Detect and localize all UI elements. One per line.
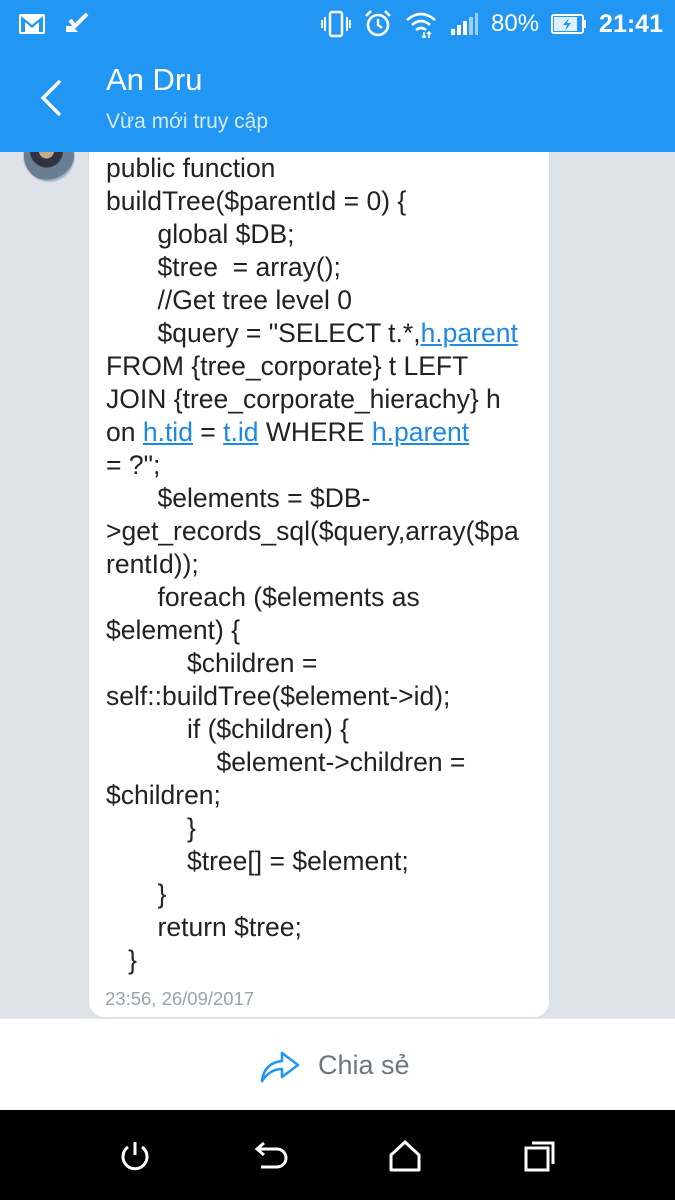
message-timestamp: 23:56, 26/09/2017 — [105, 988, 255, 1009]
code-line: on h.tid = t.id WHERE h.parent — [106, 416, 546, 449]
code-line: $children = — [106, 647, 546, 680]
code-line: } — [106, 878, 546, 911]
back-button[interactable] — [22, 70, 78, 126]
home-icon — [389, 1140, 421, 1172]
code-line: //Get tree level 0 — [106, 284, 546, 317]
code-text: $element) { — [106, 615, 241, 645]
battery-icon — [551, 13, 587, 35]
code-line: } — [106, 812, 546, 845]
code-text: } — [106, 879, 167, 909]
share-button[interactable]: Chia sẻ — [258, 1041, 410, 1089]
share-label: Chia sẻ — [318, 1049, 410, 1080]
code-line: $tree[] = $element; — [106, 845, 546, 878]
system-nav-bar — [0, 1110, 675, 1200]
vibrate-icon — [321, 10, 351, 38]
contact-name[interactable]: An Dru — [106, 62, 202, 98]
recents-icon — [524, 1141, 555, 1172]
message-link[interactable]: h.parent — [421, 318, 518, 348]
code-text: //Get tree level 0 — [106, 285, 352, 315]
code-text: WHERE — [258, 417, 372, 447]
code-line: >get_records_sql($query,array($pa — [106, 515, 546, 548]
code-text: FROM {tree_corporate} t LEFT — [106, 351, 469, 381]
chevron-left-icon — [40, 80, 61, 116]
code-line: JOIN {tree_corporate_hierachy} h — [106, 383, 546, 416]
clock: 21:41 — [599, 9, 663, 38]
recents-button[interactable] — [520, 1136, 560, 1176]
code-text: = ?"; — [106, 450, 161, 480]
code-text: $children; — [106, 780, 221, 810]
code-text: public function — [106, 153, 276, 183]
wifi-icon — [405, 10, 437, 38]
code-text: $element->children = — [106, 747, 466, 777]
message-link[interactable]: h.parent — [372, 417, 469, 447]
home-button[interactable] — [385, 1136, 425, 1176]
code-line: = ?"; — [106, 449, 546, 482]
code-text: on — [106, 417, 143, 447]
code-line: self::buildTree($element->id); — [106, 680, 546, 713]
code-line: $query = "SELECT t.*,h.parent — [106, 317, 546, 350]
code-line: $element) { — [106, 614, 546, 647]
share-bar: Chia sẻ — [0, 1018, 675, 1110]
code-text: self::buildTree($element->id); — [106, 681, 451, 711]
alarm-icon — [363, 9, 393, 39]
share-arrow-icon — [260, 1051, 300, 1083]
code-text: $children = — [106, 648, 318, 678]
code-line: buildTree($parentId = 0) { — [106, 185, 546, 218]
code-line: foreach ($elements as — [106, 581, 546, 614]
code-line: $elements = $DB- — [106, 482, 546, 515]
chat-header: An Dru Vừa mới truy cập — [0, 48, 675, 152]
signal-icon — [449, 12, 479, 36]
gmail-icon — [18, 13, 46, 35]
code-line: if ($children) { — [106, 713, 546, 746]
code-text: >get_records_sql($query,array($pa — [106, 516, 519, 546]
code-text: foreach ($elements as — [106, 582, 420, 612]
code-text: } — [106, 945, 137, 975]
code-line: FROM {tree_corporate} t LEFT — [106, 350, 546, 383]
code-line: } — [106, 944, 546, 977]
code-text: $query = "SELECT t.*, — [106, 318, 421, 348]
code-text: rentId)); — [106, 549, 199, 579]
code-text: JOIN {tree_corporate_hierachy} h — [106, 384, 501, 414]
back-nav-button[interactable] — [250, 1136, 290, 1176]
code-text: if ($children) { — [106, 714, 350, 744]
code-text: $tree[] = $element; — [106, 846, 409, 876]
code-text: } — [106, 813, 196, 843]
message-text[interactable]: public function buildTree($parentId = 0) … — [106, 152, 546, 977]
code-line: return $tree; — [106, 911, 546, 944]
code-text: = — [192, 417, 224, 447]
chat-area[interactable]: public function buildTree($parentId = 0) … — [0, 152, 675, 1018]
message-link[interactable]: t.id — [223, 417, 258, 447]
code-line: rentId)); — [106, 548, 546, 581]
code-text: buildTree($parentId = 0) { — [106, 186, 407, 216]
back-icon — [254, 1141, 288, 1169]
power-icon — [121, 1142, 149, 1171]
code-text: global $DB; — [106, 219, 295, 249]
code-line: $element->children = — [106, 746, 546, 779]
code-line: global $DB; — [106, 218, 546, 251]
code-text: $tree = array(); — [106, 252, 341, 282]
app-check-icon — [64, 12, 90, 36]
code-text: return $tree; — [106, 912, 302, 942]
code-line: $tree = array(); — [106, 251, 546, 284]
code-line: public function — [106, 152, 546, 185]
code-line: $children; — [106, 779, 546, 812]
status-bar: 80% 21:41 — [0, 0, 675, 48]
code-text: $elements = $DB- — [106, 483, 371, 513]
contact-status: Vừa mới truy cập — [106, 110, 269, 133]
message-link[interactable]: h.tid — [143, 417, 193, 447]
battery-percent: 80% — [491, 10, 540, 37]
avatar[interactable] — [23, 152, 75, 182]
power-button[interactable] — [115, 1136, 155, 1176]
